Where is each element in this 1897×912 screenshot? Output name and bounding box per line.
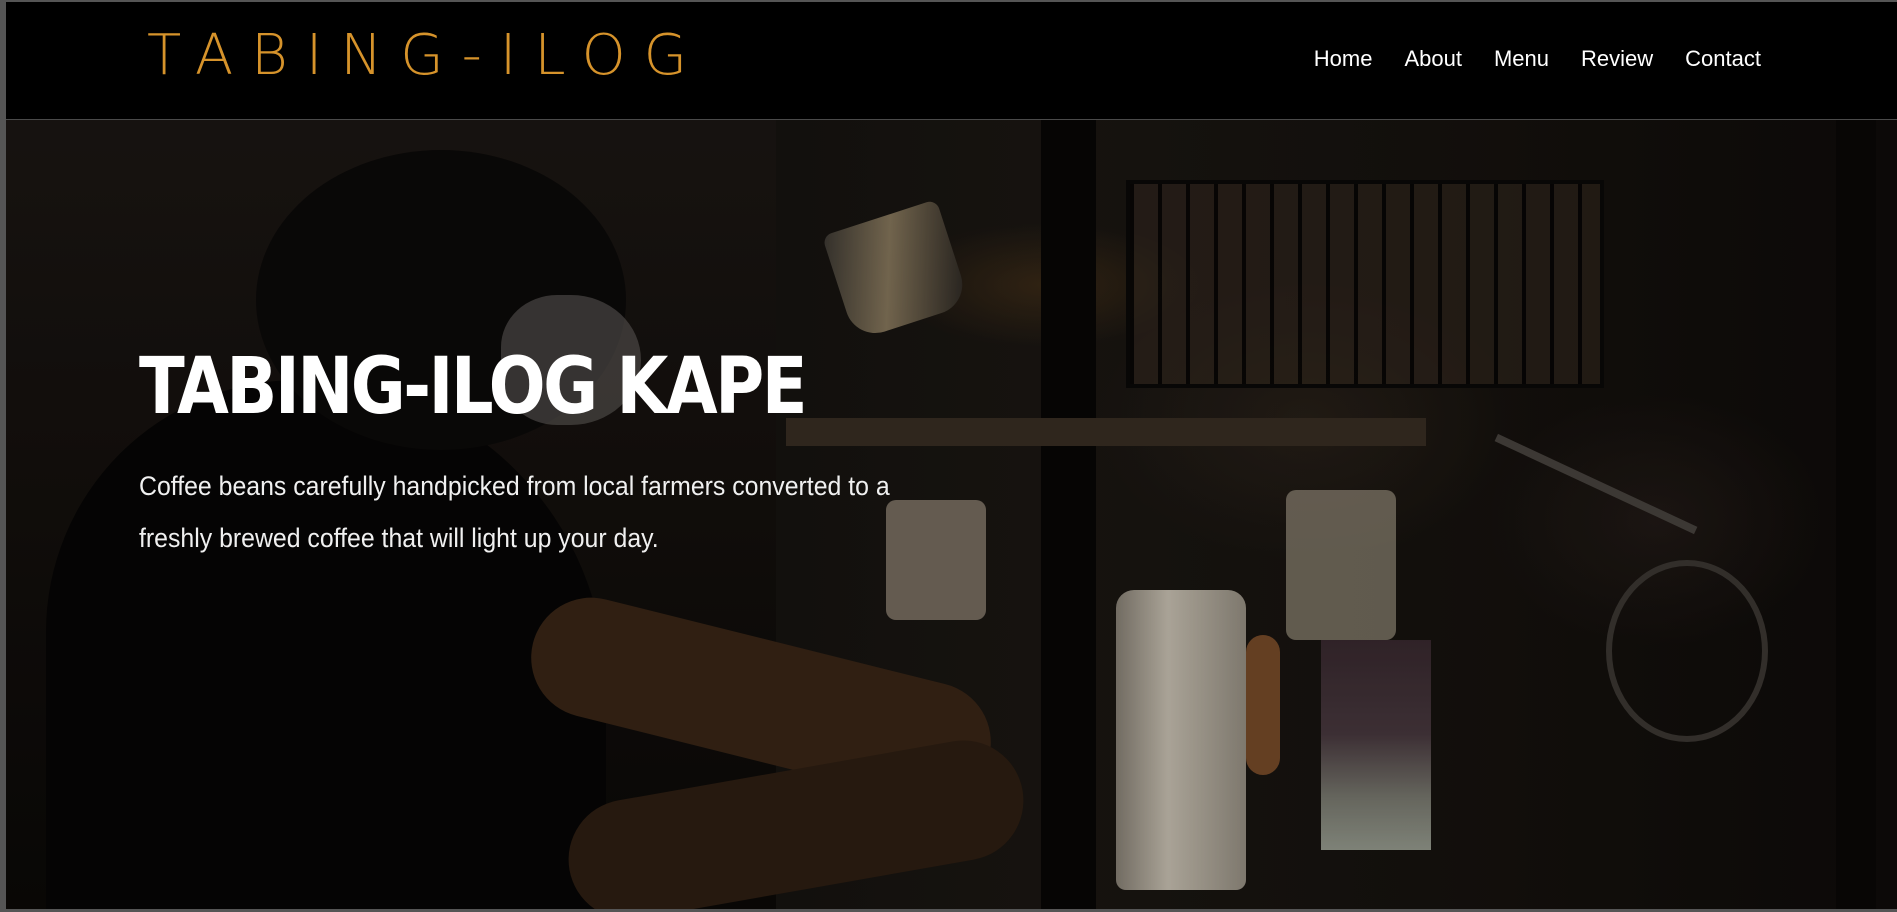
nav-link-contact[interactable]: Contact [1685,46,1761,72]
hero-section: TABING-ILOG KAPE Coffee beans carefully … [6,120,1897,909]
nav-link-menu[interactable]: Menu [1494,46,1549,72]
brand-logo[interactable]: TABING-ILOG [147,24,705,88]
hero-title: TABING-ILOG KAPE [139,342,808,432]
hero-description: Coffee beans carefully handpicked from l… [139,471,890,553]
nav-link-review[interactable]: Review [1581,46,1653,72]
page: TABING-ILOG Home About Menu Review Conta… [6,2,1897,909]
nav-link-about[interactable]: About [1404,46,1462,72]
nav-menu: Home About Menu Review Contact [1282,46,1761,72]
navbar: TABING-ILOG Home About Menu Review Conta… [6,2,1897,120]
browser-frame: TABING-ILOG Home About Menu Review Conta… [0,0,1897,912]
nav-link-home[interactable]: Home [1314,46,1373,72]
